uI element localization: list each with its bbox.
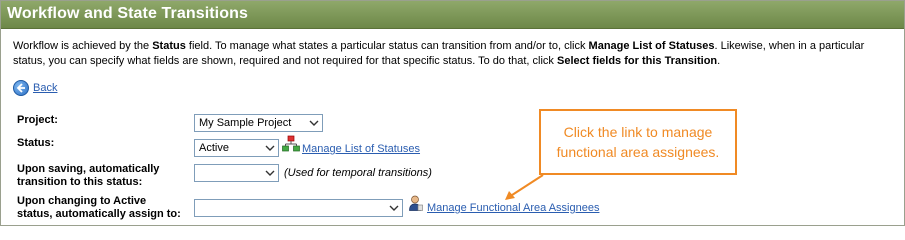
description-text: Workflow is achieved by the Status field… [13,40,865,67]
status-select[interactable]: Active [194,139,279,157]
manage-assignees-link[interactable]: Manage Functional Area Assignees [427,202,599,214]
assign-label: Upon changing to Active status, automati… [17,195,181,220]
workflow-icon [282,135,300,152]
back-link[interactable]: Back [13,79,57,97]
chevron-down-icon [389,205,399,211]
project-select[interactable]: My Sample Project [194,114,323,132]
status-label: Status: [17,137,55,149]
callout-box: Click the link to manage functional area… [539,109,737,175]
user-icon [409,195,423,211]
assign-to-select[interactable] [194,199,403,217]
transition-status-select[interactable] [194,164,279,182]
page-title: Workflow and State Transitions [7,5,248,22]
chevron-down-icon [265,145,275,151]
chevron-down-icon [265,170,275,176]
callout-arrow-icon [505,174,544,200]
panel-header: Workflow and State Transitions [1,1,904,29]
back-arrow-icon[interactable] [13,80,29,96]
callout-text: Click the link to manage functional area… [556,124,720,160]
chevron-down-icon [309,120,319,126]
temporal-note: (Used for temporal transitions) [284,167,432,179]
workflow-panel: Workflow and State Transitions Workflow … [0,0,905,226]
manage-statuses-link[interactable]: Manage List of Statuses [302,143,420,155]
project-label: Project: [17,114,58,126]
status-select-value: Active [199,142,229,154]
project-select-value: My Sample Project [199,117,292,129]
saving-label: Upon saving, automatically transition to… [17,163,160,188]
back-link-label[interactable]: Back [33,82,57,94]
